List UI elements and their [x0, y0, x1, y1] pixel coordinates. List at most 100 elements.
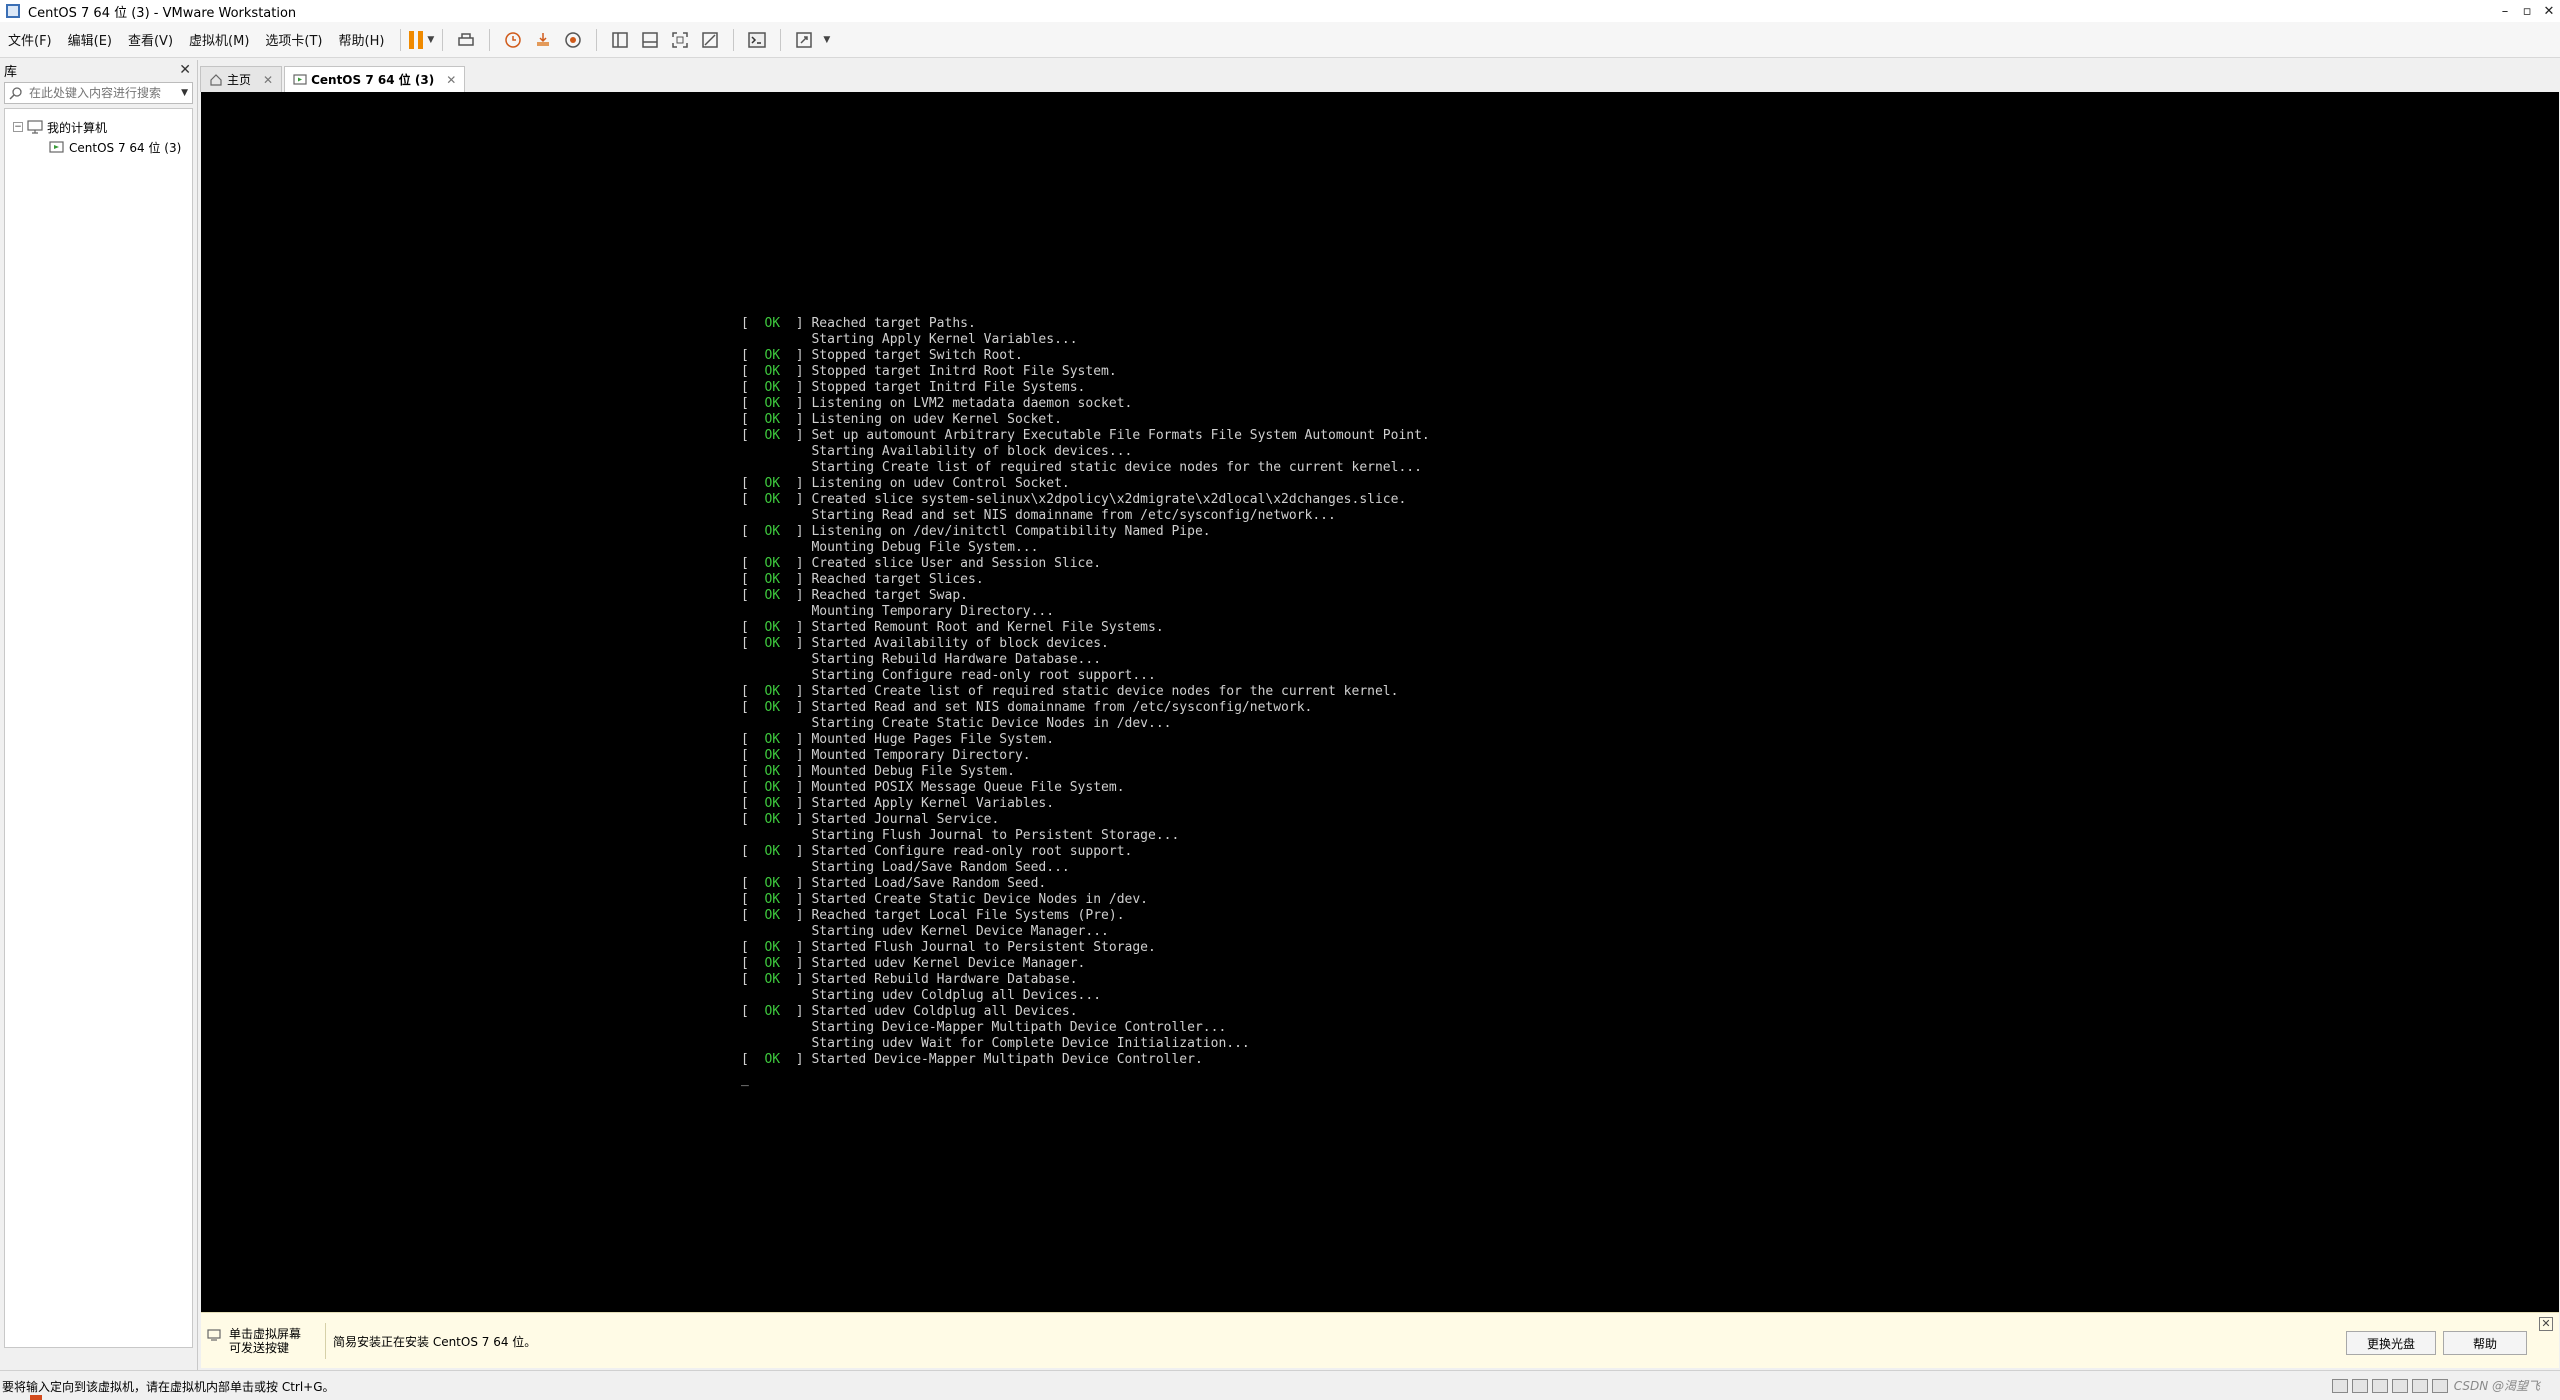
menu-tabs[interactable]: 选项卡(T) [257, 30, 330, 49]
library-title: 库 [4, 64, 18, 80]
boot-log-line: [ OK ] Started Availability of block dev… [741, 636, 1109, 651]
boot-log-text: Stopped target Switch Root. [811, 348, 1023, 363]
boot-log-line: [ OK ] Started Journal Service. [741, 812, 1000, 827]
tree-item-vm[interactable]: CentOS 7 64 位 (3) [5, 137, 192, 157]
toolbar-separator [780, 28, 782, 51]
click-hint: 单击虚拟屏幕 可发送按键 [207, 1327, 301, 1355]
boot-log-line: [ OK ] Reached target Slices. [741, 572, 984, 587]
take-snapshot-button[interactable] [500, 27, 526, 53]
tree-item-label: 我的计算机 [47, 120, 108, 135]
watermark-text: CSDN @渴望飞 [2453, 1379, 2540, 1393]
boot-log-line: [ OK ] Listening on udev Control Socket. [741, 476, 1070, 491]
menu-file[interactable]: 文件(F) [0, 30, 60, 49]
fullscreen-icon [672, 31, 689, 48]
boot-log-text: Starting Configure read-only root suppor… [811, 668, 1156, 683]
boot-log-line: [ OK ] Listening on udev Kernel Socket. [741, 412, 1062, 427]
boot-log-text: Started udev Coldplug all Devices. [811, 1004, 1078, 1019]
library-view-icon [612, 31, 629, 48]
thumbnail-bar-button[interactable] [637, 27, 663, 53]
show-library-button[interactable] [607, 27, 633, 53]
close-icon[interactable]: ✕ [446, 73, 456, 87]
ok-status: OK [764, 476, 781, 491]
boot-log-text: Starting Rebuild Hardware Database... [811, 652, 1102, 667]
fullscreen-button[interactable] [667, 27, 693, 53]
hard-disk-icon[interactable] [2331, 1378, 2348, 1393]
ok-status: OK [764, 492, 781, 507]
boot-log-text: Starting udev Coldplug all Devices... [811, 988, 1102, 1003]
unity-button[interactable] [697, 27, 723, 53]
boot-log-text: Listening on udev Kernel Socket. [811, 412, 1062, 427]
help-button[interactable]: 帮助 [2443, 1331, 2527, 1355]
ok-status: OK [764, 940, 781, 955]
boot-log-line: [ OK ] Started Rebuild Hardware Database… [741, 972, 1078, 987]
toolbar-separator [733, 28, 735, 51]
menu-edit[interactable]: 编辑(E) [60, 30, 120, 49]
boot-log-text: Mounting Temporary Directory... [811, 604, 1055, 619]
close-icon[interactable]: ✕ [2539, 1317, 2553, 1331]
pause-button[interactable]: ▼ [409, 30, 434, 49]
revert-snapshot-icon [537, 32, 550, 46]
toolbar-separator [596, 28, 598, 51]
boot-log-line: [ OK ] Mounted Huge Pages File System. [741, 732, 1055, 747]
cd-dvd-icon[interactable] [2351, 1378, 2368, 1393]
library-search: ▼ [4, 82, 193, 104]
console-view-button[interactable] [744, 27, 770, 53]
boot-log-line: Mounting Temporary Directory... [741, 604, 1430, 620]
boot-log-text: Listening on /dev/initctl Compatibility … [811, 524, 1211, 539]
display-icon[interactable] [2431, 1378, 2448, 1393]
boot-log-line: Starting Apply Kernel Variables... [741, 332, 1430, 348]
click-hint-line1: 单击虚拟屏幕 [229, 1327, 302, 1341]
console-cursor: _ [741, 1072, 749, 1087]
send-ctrl-alt-del-icon [458, 32, 475, 46]
menu-help[interactable]: 帮助(H) [331, 30, 393, 49]
menu-view[interactable]: 查看(V) [120, 30, 181, 49]
snapshot-manager-icon [565, 31, 582, 48]
menu-vm[interactable]: 虚拟机(M) [181, 30, 257, 49]
chevron-down-icon[interactable]: ▼ [427, 35, 434, 45]
ok-status: OK [764, 316, 781, 331]
boot-log-line: Starting Create list of required static … [741, 460, 1430, 476]
tab-home[interactable]: 主页 ✕ [200, 66, 283, 92]
stretch-button[interactable] [791, 27, 817, 53]
boot-log-text: Started Remount Root and Kernel File Sys… [811, 620, 1164, 635]
boot-log-line: [ OK ] Started Configure read-only root … [741, 844, 1133, 859]
boot-log-text: Reached target Paths. [811, 316, 976, 331]
minimize-icon[interactable]: – [2494, 0, 2516, 22]
window-title: CentOS 7 64 位 (3) - VMware Workstation [28, 5, 297, 21]
close-icon[interactable]: ✕ [263, 73, 273, 87]
change-disc-button[interactable]: 更换光盘 [2346, 1331, 2436, 1355]
network-adapter-icon[interactable] [2371, 1378, 2388, 1393]
boot-log-text: Stopped target Initrd Root File System. [811, 364, 1117, 379]
snapshot-icon [505, 31, 522, 48]
library-header: 库 ✕ [0, 60, 197, 80]
tree-item-my-computer[interactable]: − 我的计算机 [5, 117, 192, 137]
pause-icon [409, 30, 424, 49]
ok-status: OK [764, 556, 781, 571]
boot-log-line: [ OK ] Reached target Swap. [741, 588, 968, 603]
ok-status: OK [764, 348, 781, 363]
tab-centos-vm[interactable]: CentOS 7 64 位 (3) ✕ [284, 66, 466, 92]
search-input[interactable] [29, 86, 182, 100]
sound-card-icon[interactable] [2411, 1378, 2428, 1393]
usb-icon[interactable] [2391, 1378, 2408, 1393]
boot-log-line: Starting Configure read-only root suppor… [741, 668, 1430, 684]
ok-status: OK [764, 796, 781, 811]
close-icon[interactable]: ✕ [2538, 0, 2560, 22]
boot-log-text: Started Apply Kernel Variables. [811, 796, 1055, 811]
close-icon[interactable]: ✕ [179, 62, 191, 78]
maximize-icon[interactable]: ▫ [2516, 0, 2538, 22]
ok-status: OK [764, 364, 781, 379]
boot-log-text: Started udev Kernel Device Manager. [811, 956, 1086, 971]
snapshot-manager-button[interactable] [560, 27, 586, 53]
revert-snapshot-button[interactable] [530, 27, 556, 53]
chevron-down-icon[interactable]: ▼ [823, 35, 830, 45]
boot-log-line: [ OK ] Reached target Local File Systems… [741, 908, 1125, 923]
send-ctrl-alt-del-button[interactable] [453, 27, 479, 53]
boot-log-text: Started Configure read-only root support… [811, 844, 1133, 859]
boot-log-line: [ OK ] Created slice system-selinux\x2dp… [741, 492, 1407, 507]
collapse-icon[interactable]: − [13, 122, 23, 132]
chevron-down-icon[interactable]: ▼ [181, 88, 188, 98]
ok-status: OK [764, 780, 781, 795]
vm-console-screen[interactable]: [ OK ] Reached target Paths. Starting Ap… [201, 92, 2559, 1312]
boot-log-text: Set up automount Arbitrary Executable Fi… [811, 428, 1430, 443]
